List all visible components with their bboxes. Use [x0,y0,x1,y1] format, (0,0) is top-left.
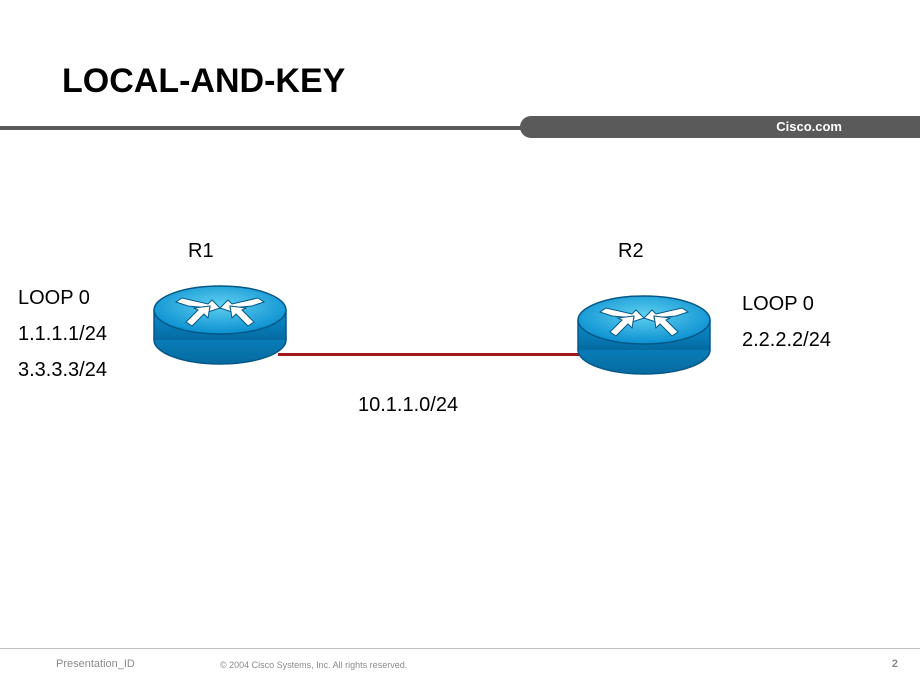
router2-icon [574,288,714,378]
network-link-line [278,353,588,356]
r1-loopback-info: LOOP 0 1.1.1.1/24 3.3.3.3/24 [18,280,107,388]
r1-loop-line1: LOOP 0 [18,280,107,316]
r2-loop-line2: 2.2.2.2/24 [742,322,831,358]
presentation-id-label: Presentation_ID [56,658,135,670]
r1-loop-line3: 3.3.3.3/24 [18,352,107,388]
network-link-label: 10.1.1.0/24 [358,394,458,417]
footer-divider-line [0,648,920,649]
copyright-label: © 2004 Cisco Systems, Inc. All rights re… [220,660,407,670]
brand-label: Cisco.com [776,119,842,134]
divider-pill [520,116,920,138]
router2-label: R2 [618,240,644,263]
router1-icon [150,278,290,368]
r2-loopback-info: LOOP 0 2.2.2.2/24 [742,286,831,358]
title-divider: Cisco.com [0,112,920,132]
router1-label: R1 [188,240,214,263]
r1-loop-line2: 1.1.1.1/24 [18,316,107,352]
page-number: 2 [892,658,898,670]
slide-title: LOCAL-AND-KEY [62,62,345,101]
slide-footer: Presentation_ID © 2004 Cisco Systems, In… [0,648,920,680]
network-diagram: R1 R2 LOOP 0 1.1.1.1/24 3.3.3.3/24 LOOP … [0,240,920,540]
r2-loop-line1: LOOP 0 [742,286,831,322]
